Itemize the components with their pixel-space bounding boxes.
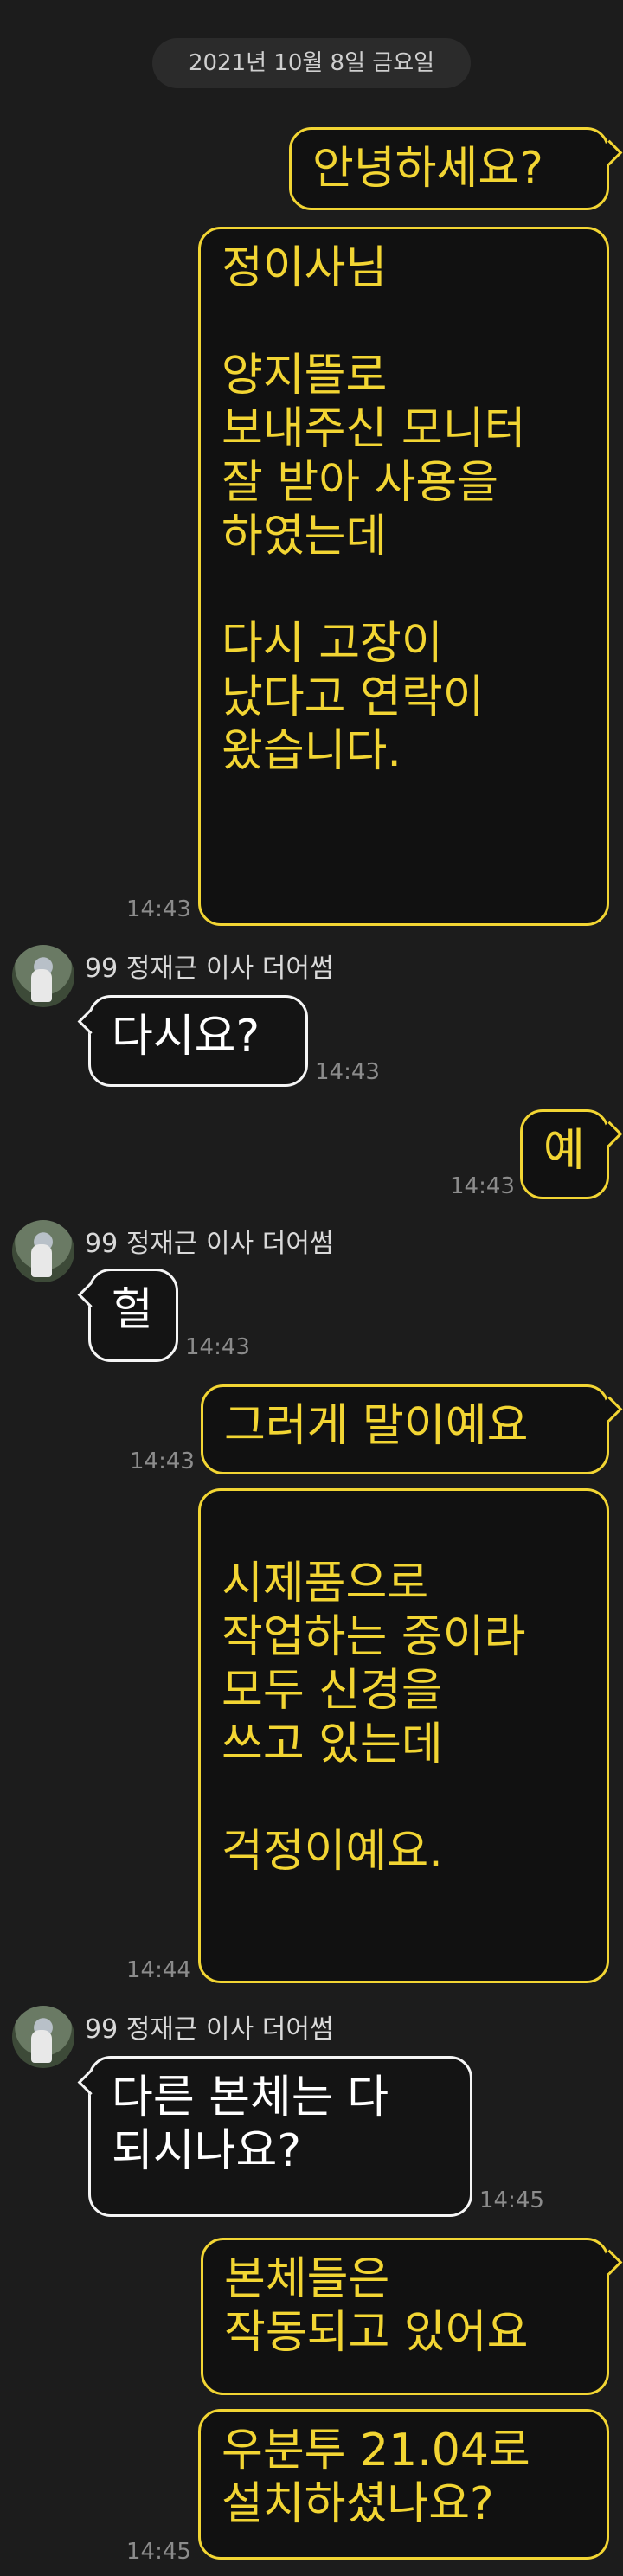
message-bubble-theirs[interactable]: 다시요? <box>88 995 308 1087</box>
avatar[interactable] <box>12 2006 74 2068</box>
message-time: 14:44 <box>126 1957 191 1983</box>
date-separator: 2021년 10월 8일 금요일 <box>152 38 471 88</box>
message-bubble-mine[interactable]: 안녕하세요? <box>289 127 609 210</box>
sender-name: 99 정재근 이사 더어썸 <box>85 2014 334 2045</box>
message-time: 14:43 <box>450 1173 515 1199</box>
message-bubble-mine[interactable]: 우분투 21.04로 설치하셨나요? <box>198 2409 609 2560</box>
message-time: 14:43 <box>130 1449 195 1474</box>
sender-name: 99 정재근 이사 더어썸 <box>85 954 334 984</box>
message-bubble-mine[interactable]: 시제품으로 작업하는 중이라 모두 신경을 쓰고 있는데 걱정이예요. <box>198 1488 609 1983</box>
avatar[interactable] <box>12 945 74 1007</box>
message-bubble-theirs[interactable]: 다른 본체는 다 되시나요? <box>88 2056 472 2217</box>
message-bubble-mine[interactable]: 그러게 말이예요 <box>201 1384 609 1474</box>
message-time: 14:43 <box>126 896 191 922</box>
message-time: 14:45 <box>126 2539 191 2565</box>
message-bubble-mine[interactable]: 정이사님 양지뜰로 보내주신 모니터 잘 받아 사용을 하였는데 다시 고장이 … <box>198 227 609 926</box>
message-time: 14:43 <box>315 1059 380 1085</box>
message-bubble-mine[interactable]: 본체들은 작동되고 있어요 <box>201 2238 609 2395</box>
message-time: 14:43 <box>185 1334 250 1360</box>
sender-name: 99 정재근 이사 더어썸 <box>85 1229 334 1259</box>
message-bubble-theirs[interactable]: 헐 <box>88 1269 178 1362</box>
avatar[interactable] <box>12 1220 74 1282</box>
message-bubble-mine[interactable]: 예 <box>520 1109 609 1199</box>
message-time: 14:45 <box>479 2187 544 2213</box>
